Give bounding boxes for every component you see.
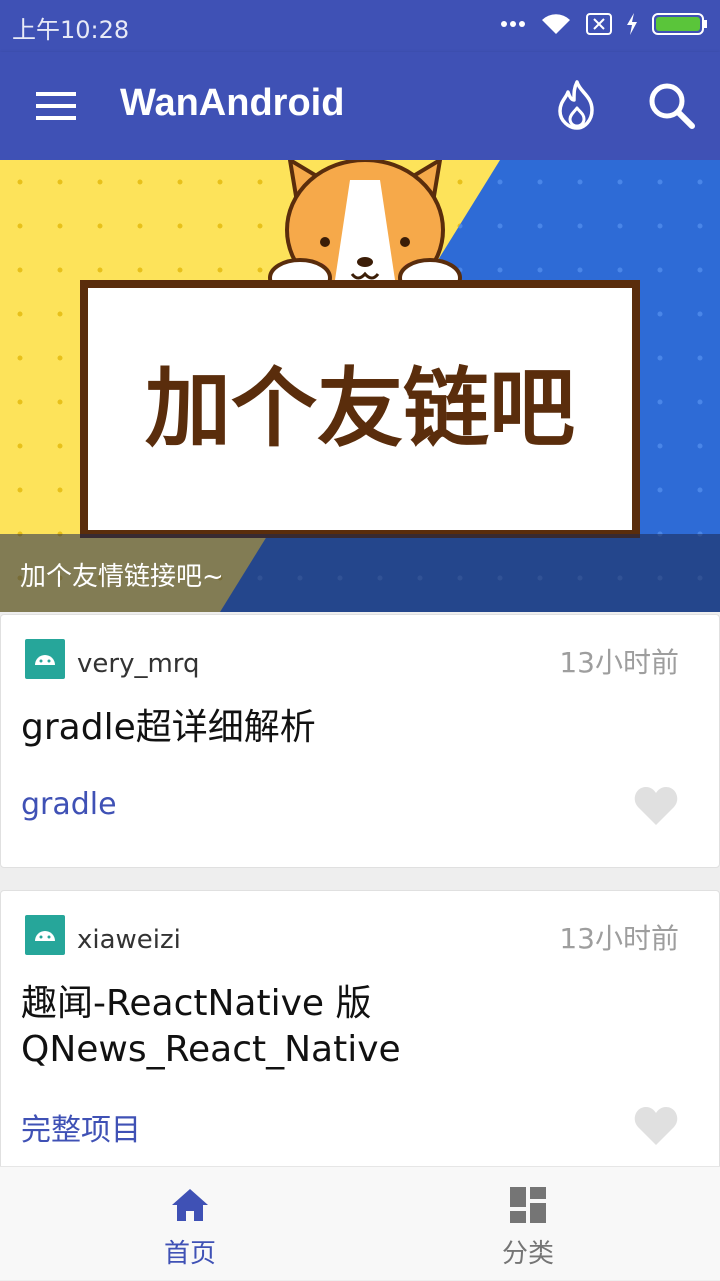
sim-x-icon [586,13,612,35]
article-author: xiaweizi [77,925,181,955]
like-heart-icon[interactable] [633,1105,679,1147]
article-title[interactable]: 趣闻-ReactNative 版 QNews_React_Native [21,981,621,1073]
article-title-line: 趣闻-ReactNative 版 [21,983,372,1024]
battery-icon [652,13,707,35]
search-icon [649,83,695,129]
article-title[interactable]: gradle超详细解析 [21,705,621,751]
android-avatar-icon [25,915,65,955]
like-heart-icon[interactable] [633,785,679,827]
status-bar: 上午10:28 [0,0,720,52]
fire-icon [558,80,594,130]
search-button[interactable] [644,78,700,134]
nav-home-label: 首页 [163,1239,216,1269]
nav-category[interactable]: 分类 [348,1167,708,1281]
article-title-line: QNews_React_Native [21,1029,401,1070]
article-time: 13小时前 [559,646,679,679]
category-icon [510,1187,546,1223]
bottom-navigation: 首页 分类 [0,1166,720,1280]
status-time: 上午10:28 [12,16,130,44]
app-bar: WanAndroid [0,52,720,160]
article-tag[interactable]: 完整项目 [21,1105,141,1149]
wifi-icon [542,14,570,34]
status-icons [500,12,708,36]
more-dots-icon [501,21,525,27]
article-time: 13小时前 [559,922,679,955]
article-card[interactable]: very_mrq 13小时前 gradle超详细解析 gradle [0,614,720,868]
article-tag[interactable]: gradle [21,787,117,822]
article-card[interactable]: xiaweizi 13小时前 趣闻-ReactNative 版 QNews_Re… [0,890,720,1180]
banner[interactable]: 加个友链吧 加个友情链接吧~ [0,160,720,612]
nav-category-label: 分类 [501,1239,554,1269]
hot-button[interactable] [550,78,604,132]
nav-home[interactable]: 首页 [10,1167,370,1281]
corgi-illustration [268,160,462,302]
banner-caption: 加个友情链接吧~ [20,562,224,592]
banner-caption-bar: 加个友情链接吧~ [0,534,720,612]
home-icon [172,1189,208,1221]
banner-sign-text: 加个友链吧 [145,359,575,459]
app-title: WanAndroid [120,82,345,124]
menu-button[interactable] [30,86,82,126]
menu-icon [36,92,76,120]
charging-icon [627,13,637,35]
android-avatar-icon [25,639,65,679]
article-author: very_mrq [77,649,200,679]
